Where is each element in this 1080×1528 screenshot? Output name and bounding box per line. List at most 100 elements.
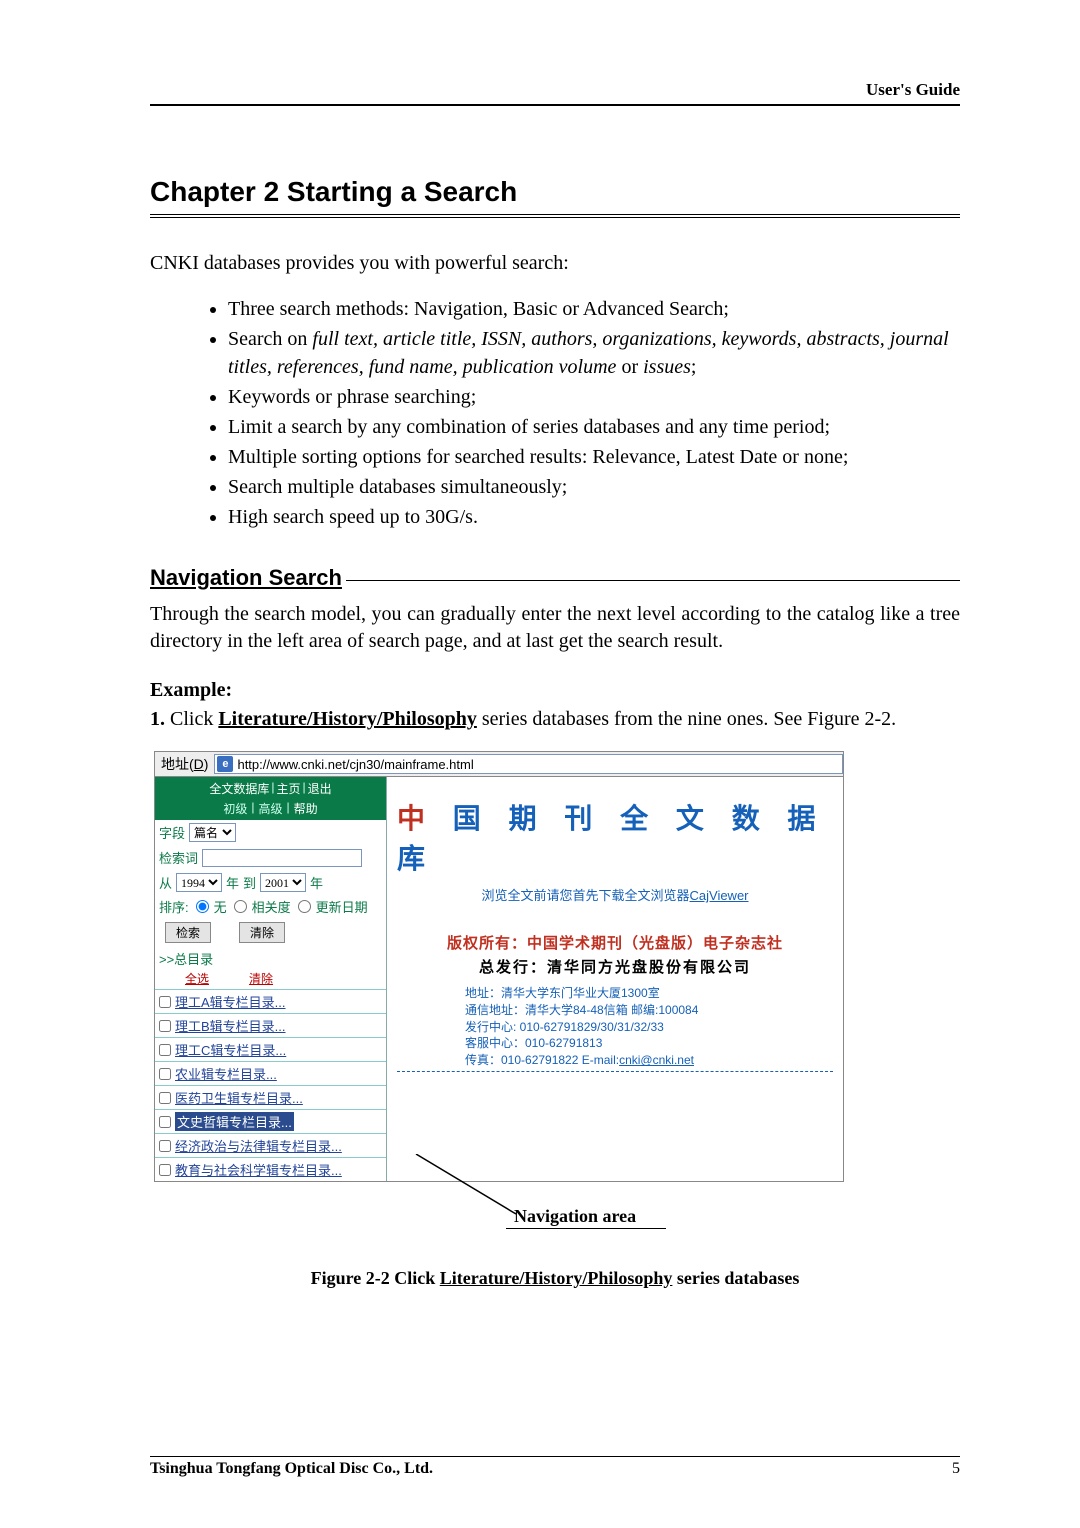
catalog-link[interactable]: 教育与社会科学辑专栏目录... [175,1160,342,1179]
select-all-link[interactable]: 全选 [185,970,209,987]
cut-line [397,1071,833,1072]
text: ) [204,756,209,772]
radio-label: 相关度 [252,897,291,916]
text: ; [691,356,697,378]
catalog-checkbox[interactable] [159,1092,171,1104]
step-1: 1. Click Literature/History/Philosophy s… [150,706,960,733]
top-nav: 全文数据库| 主页| 退出 [155,777,386,800]
clear-button[interactable]: 清除 [239,922,285,943]
catalog-checkbox[interactable] [159,1020,171,1032]
left-panel: 全文数据库| 主页| 退出 初级| 高级| 帮助 字段 篇名 检索词 [155,777,387,1181]
text: or [616,356,643,378]
footer-company: Tsinghua Tongfang Optical Disc Co., Ltd. [150,1460,433,1478]
catalog-item[interactable]: 理工B辑专栏目录... [155,1013,386,1037]
section-title: Navigation Search [150,565,342,591]
catalog-item[interactable]: 医药卫生辑专栏目录... [155,1085,386,1109]
sort-label: 排序: [159,897,189,916]
catalog-link[interactable]: 经济政治与法律辑专栏目录... [175,1136,342,1155]
step-link: Literature/History/Philosophy [218,708,477,730]
url-text: http://www.cnki.net/cjn30/mainframe.html [237,757,473,772]
catalog-link[interactable]: 医药卫生辑专栏目录... [175,1088,303,1107]
catalog-checkbox[interactable] [159,1116,171,1128]
field-select[interactable]: 篇名 [189,823,236,842]
from-label: 从 [159,873,172,892]
sort-rel-radio[interactable] [234,900,247,913]
year-to-select[interactable]: 2001 [260,873,306,892]
clear-link[interactable]: 清除 [249,970,273,987]
year-unit: 年 [226,873,239,892]
info-line: 发行中心: 010-62791829/30/31/32/33 [465,1019,765,1036]
text: series databases from the nine ones. See… [477,708,896,730]
feature-list: Three search methods: Navigation, Basic … [228,295,960,531]
nav-link[interactable]: 全文数据库 [209,780,269,797]
nav-link[interactable]: 高级 [258,800,282,817]
right-panel: 中 国 期 刊 全 文 数 据 库 浏览全文前请您首先下载全文浏览器CajVie… [387,777,843,1181]
list-item: High search speed up to 30G/s. [228,503,960,531]
info-line: 地址：清华大学东门华业大厦1300室 [465,985,765,1002]
nav-link[interactable]: 主页 [276,780,300,797]
year-from-select[interactable]: 1994 [176,873,222,892]
text: 传真：010-62791822 E-mail: [465,1053,619,1067]
nav-area-underline [506,1228,666,1229]
step-number: 1. [150,708,165,730]
catalog-link[interactable]: 农业辑专栏目录... [175,1064,277,1083]
fig-link: Literature/History/Philosophy [440,1268,673,1288]
list-item: Keywords or phrase searching; [228,383,960,411]
ie-icon: e [217,756,233,772]
text: 地址( [161,756,194,772]
catalog-link[interactable]: 理工C辑专栏目录... [175,1040,286,1059]
header-right: User's Guide [150,80,960,106]
catalog-checkbox[interactable] [159,1044,171,1056]
sep: | [303,780,306,797]
cajviewer-link[interactable]: CajViewer [690,888,749,903]
chapter-title: Chapter 2 Starting a Search [150,176,960,208]
catalog-list: 理工A辑专栏目录... 理工B辑专栏目录... 理工C辑专栏目录... 农业辑专… [155,989,386,1181]
text-italic: issues [643,356,691,378]
nav-link[interactable]: 退出 [308,780,332,797]
info-line: 通信地址：清华大学84-48信箱 邮编:100084 [465,1002,765,1019]
sep: | [251,800,254,817]
catalog-head: >>总目录 [155,947,386,970]
catalog-checkbox[interactable] [159,1068,171,1080]
sort-none-radio[interactable] [196,900,209,913]
search-button[interactable]: 检索 [165,922,211,943]
example-label: Example: [150,679,960,702]
fig-number: Figure 2-2 Click [311,1268,440,1288]
catalog-checkbox[interactable] [159,996,171,1008]
catalog-checkbox[interactable] [159,1164,171,1176]
radio-label: 无 [214,897,227,916]
list-item: Multiple sorting options for searched re… [228,443,960,471]
list-item: Search on full text, article title, ISSN… [228,325,960,381]
email-link[interactable]: cnki@cnki.net [619,1053,694,1067]
catalog-item[interactable]: 理工A辑专栏目录... [155,989,386,1013]
contact-info: 地址：清华大学东门华业大厦1300室 通信地址：清华大学84-48信箱 邮编:1… [465,985,765,1069]
figure-caption: Figure 2-2 Click Literature/History/Phil… [150,1268,960,1289]
nav-link[interactable]: 帮助 [294,800,318,817]
catalog-link[interactable]: 文史哲辑专栏目录... [175,1112,294,1131]
section-paragraph: Through the search model, you can gradua… [150,601,960,655]
fig-tail: series databases [672,1268,799,1288]
text: Click [165,708,218,730]
title-rest: 国 期 刊 全 文 数 据 库 [397,803,825,874]
catalog-link[interactable]: 理工A辑专栏目录... [175,992,286,1011]
title-first-char: 中 [397,803,435,834]
sort-date-radio[interactable] [298,900,311,913]
nav-area-label: Navigation area [514,1206,636,1227]
url-field[interactable]: e http://www.cnki.net/cjn30/mainframe.ht… [214,754,843,774]
catalog-item[interactable]: 农业辑专栏目录... [155,1061,386,1085]
catalog-link[interactable]: 理工B辑专栏目录... [175,1016,286,1035]
list-item: Three search methods: Navigation, Basic … [228,295,960,323]
term-input[interactable] [202,849,362,867]
annotation: Navigation area [154,1182,960,1242]
catalog-item[interactable]: 教育与社会科学辑专栏目录... [155,1157,386,1181]
catalog-item[interactable]: 理工C辑专栏目录... [155,1037,386,1061]
catalog-checkbox[interactable] [159,1140,171,1152]
to-label: 到 [243,873,256,892]
nav-link[interactable]: 初级 [223,800,247,817]
catalog-item-highlight[interactable]: 文史哲辑专栏目录... [155,1109,386,1133]
list-item: Limit a search by any combination of ser… [228,413,960,441]
list-item: Search multiple databases simultaneously… [228,473,960,501]
page-number: 5 [952,1460,960,1478]
sep: | [287,800,290,817]
catalog-item[interactable]: 经济政治与法律辑专栏目录... [155,1133,386,1157]
